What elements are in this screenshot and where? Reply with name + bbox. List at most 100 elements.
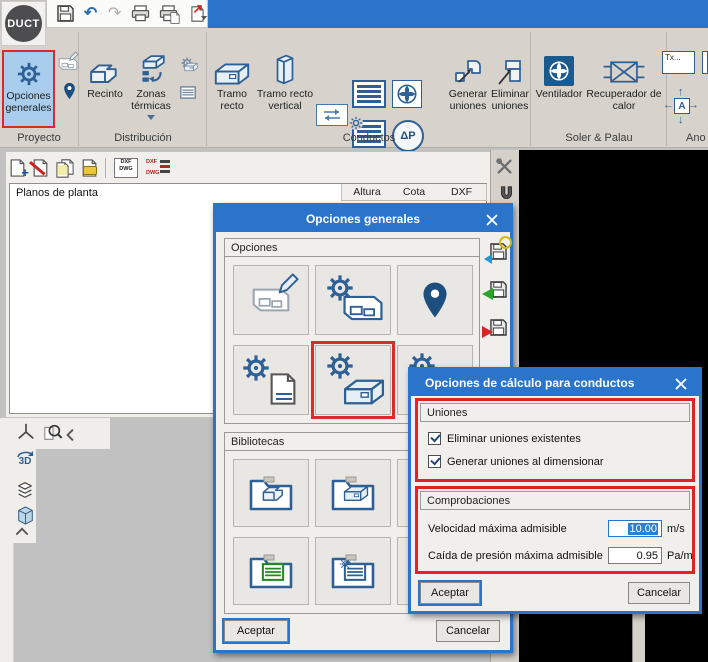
column-header-altura[interactable]: Altura (341, 184, 393, 201)
tramo-recto-vertical-label: Tramo recto vertical (256, 88, 314, 112)
app-menu-button[interactable]: DUCT (1, 1, 46, 46)
highlight-box-uniones: Uniones Eliminar uniones existentes Gene… (415, 398, 695, 482)
diffuser-library-icon[interactable] (315, 537, 391, 605)
checkbox-icon[interactable] (428, 455, 441, 468)
location-pin-icon[interactable] (58, 80, 80, 102)
import-config-icon[interactable] (487, 278, 509, 300)
opciones-generales-label: Opciones generales (4, 90, 53, 114)
solid-view-icon[interactable] (14, 504, 36, 526)
delete-plan-icon[interactable] (33, 159, 48, 177)
zonas-termicas-icon (135, 50, 167, 86)
general-plan-options-icon[interactable] (315, 265, 391, 335)
checkbox-icon[interactable] (428, 432, 441, 445)
column-header-dxf[interactable]: DXF (437, 184, 487, 201)
tramo-recto-button[interactable]: Tramo recto (210, 50, 254, 128)
zoom-extents-icon[interactable] (42, 421, 64, 443)
duct-options-icon[interactable] (176, 52, 198, 74)
move-text-icon[interactable]: A ↑ ↓ ← → (666, 88, 696, 124)
duct-calc-options-icon[interactable] (315, 345, 391, 415)
velocidad-unit: m/s (667, 523, 685, 535)
text-annotation-button[interactable]: Tx... (662, 51, 695, 74)
view-3d-icon[interactable]: 3D (14, 450, 36, 472)
ribbon: Opciones generales Proyecto Recinto Zona… (0, 28, 708, 148)
elbow-union-icon (455, 50, 481, 86)
exchange-duct-icon[interactable] (316, 104, 348, 126)
collapsed-panel-strip[interactable] (0, 418, 14, 662)
export-config-icon[interactable] (487, 316, 509, 338)
ventilador-label: Ventilador (536, 88, 583, 100)
close-icon[interactable] (483, 211, 500, 228)
check-generar-uniones-label: Generar uniones al dimensionar (447, 456, 604, 468)
window-titlebar (207, 0, 708, 28)
copy-plan-icon[interactable] (56, 159, 74, 177)
tree-item-planos[interactable]: Planos de planta (16, 187, 98, 199)
eliminar-uniones-button[interactable]: Eliminar uniones (490, 50, 530, 128)
dxf-dwg-icon[interactable]: DXF DWG (114, 158, 138, 178)
opciones-generales-button[interactable]: Opciones generales (2, 50, 55, 128)
heat-recovery-icon (602, 50, 646, 86)
redo-icon[interactable]: ↷ (107, 4, 122, 24)
save-icon[interactable] (57, 4, 74, 24)
magnet-icon[interactable] (495, 182, 517, 204)
column-header-cota[interactable]: Cota (391, 184, 438, 201)
ventilador-button[interactable]: Ventilador (534, 50, 584, 128)
dialog-opciones-calculo: Opciones de cálculo para conductos Union… (408, 367, 702, 614)
check-eliminar-uniones[interactable]: Eliminar uniones existentes (428, 432, 581, 445)
check-eliminar-uniones-label: Eliminar uniones existentes (447, 433, 581, 445)
group-separator (206, 32, 207, 146)
dialog-titlebar[interactable]: Opciones de cálculo para conductos (411, 370, 699, 396)
collapse-left-icon[interactable] (64, 424, 76, 446)
export-icon[interactable]: ↗ (187, 4, 207, 24)
velocidad-input[interactable]: 10.00 (608, 520, 662, 537)
collapse-up-icon[interactable] (15, 526, 29, 536)
layers-icon[interactable] (14, 478, 36, 500)
export-plan-icon[interactable] (82, 159, 97, 177)
location-pin-option-icon[interactable] (397, 265, 473, 335)
eliminar-uniones-label: Eliminar uniones (490, 88, 530, 112)
clipped-annotation-button[interactable] (702, 51, 708, 74)
zonas-termicas-button[interactable]: Zonas térmicas (128, 50, 174, 128)
print-preview-icon[interactable] (159, 4, 178, 24)
room-library-icon[interactable] (233, 459, 309, 527)
gear-icon (15, 52, 43, 88)
cancelar-button[interactable]: Cancelar (436, 620, 500, 642)
print-icon[interactable] (131, 4, 150, 24)
undo-icon[interactable]: ↶ (83, 4, 98, 24)
velocidad-value: 10.00 (628, 523, 658, 535)
return-grille-library-icon[interactable] (233, 537, 309, 605)
fan-diffuser-icon[interactable] (392, 80, 422, 108)
caida-label: Caída de presión máxima admisible (428, 550, 608, 562)
dxf-layers-icon[interactable]: DXF DWG (146, 159, 170, 177)
aceptar-button[interactable]: Aceptar (224, 620, 288, 642)
caida-value: 0.95 (637, 550, 658, 562)
recinto-label: Recinto (87, 88, 123, 100)
tools-icon[interactable] (494, 156, 516, 178)
axes-icon[interactable] (15, 421, 37, 443)
caida-unit: Pa/m (667, 550, 693, 562)
recinto-button[interactable]: Recinto (84, 50, 126, 128)
check-generar-uniones[interactable]: Generar uniones al dimensionar (428, 455, 604, 468)
caida-input[interactable]: 0.95 (608, 547, 662, 564)
tramo-recto-label: Tramo recto (210, 88, 254, 112)
close-icon[interactable] (672, 375, 689, 392)
recuperador-button[interactable]: Recuperador de calor (586, 50, 662, 128)
viewport-divider[interactable] (632, 613, 645, 662)
edit-plans-icon[interactable] (233, 265, 309, 335)
grille-icon[interactable] (352, 80, 386, 108)
duct-library-icon[interactable] (315, 459, 391, 527)
save-config-icon[interactable] (487, 240, 509, 262)
groupbox-comprobaciones-label: Comprobaciones (420, 491, 690, 510)
add-plan-icon[interactable]: + (10, 159, 25, 177)
tramo-recto-vertical-button[interactable]: Tramo recto vertical (256, 50, 314, 128)
report-options-icon[interactable] (233, 345, 309, 415)
window-grille-icon[interactable] (177, 81, 199, 103)
dialog-titlebar[interactable]: Opciones generales (216, 206, 510, 232)
groupbox-uniones-label: Uniones (420, 403, 690, 422)
plan-edit-icon[interactable] (57, 53, 79, 75)
aceptar-button[interactable]: Aceptar (420, 582, 480, 604)
cancelar-button[interactable]: Cancelar (628, 582, 690, 604)
generar-uniones-button[interactable]: Generar uniones (448, 50, 488, 128)
ribbon-group-conductos: Conductos (208, 132, 530, 147)
app-logo: DUCT (5, 5, 42, 42)
ribbon-group-distribucion: Distribución (80, 132, 206, 147)
